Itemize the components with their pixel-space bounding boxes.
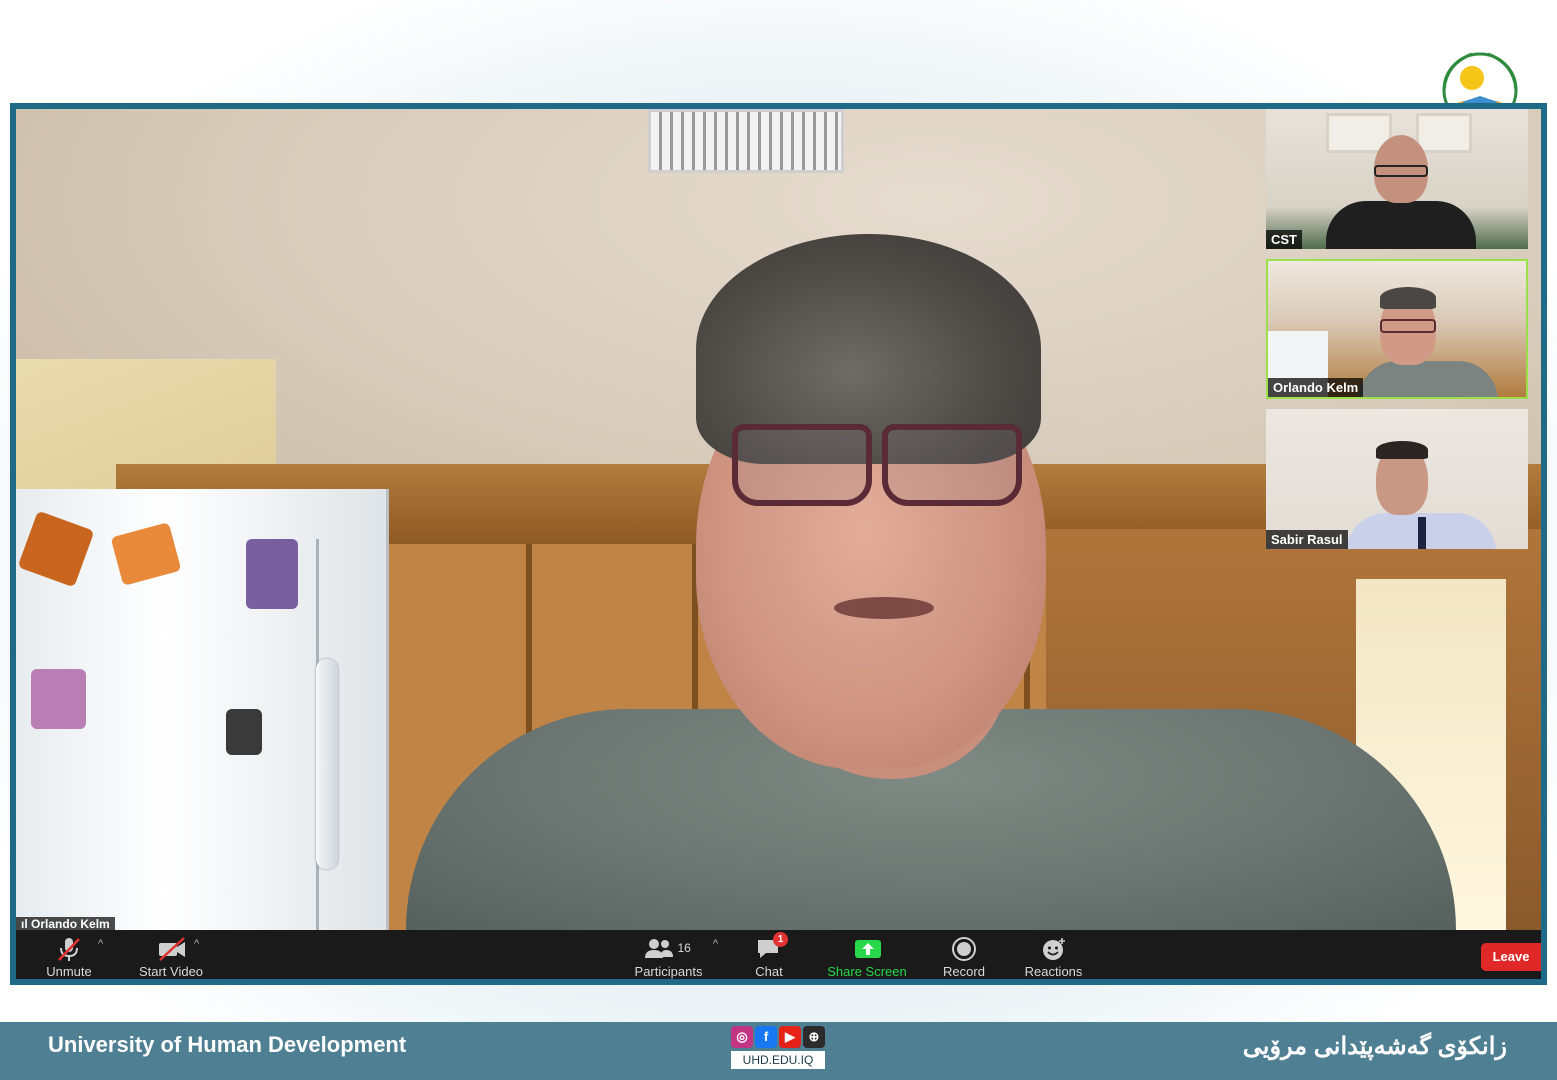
zoom-meeting-window: ıl Orlando Kelm CST Orlando Kelm Sabir R… (10, 103, 1547, 985)
reactions-button[interactable]: Reactions (1016, 930, 1091, 979)
participants-button[interactable]: 16 Participants (626, 930, 711, 979)
participant-tile-cst[interactable]: CST (1266, 109, 1528, 249)
globe-web-icon[interactable]: ⊕ (803, 1026, 825, 1048)
record-button[interactable]: Record (934, 930, 994, 979)
chat-unread-badge: 1 (773, 932, 788, 947)
social-media-block: ◎ f ▶ ⊕ UHD.EDU.IQ (731, 1026, 825, 1076)
footer-banner: University of Human Development ◎ f ▶ ⊕ … (0, 1022, 1557, 1080)
speaker-glasses (732, 424, 1032, 514)
participant-name: CST (1266, 230, 1302, 249)
university-name-kurdish: زانکۆی گەشەپێدانی مرۆیی (1242, 1033, 1507, 1060)
start-video-button[interactable]: Start Video (126, 930, 216, 979)
active-speaker-video: ıl Orlando Kelm CST Orlando Kelm Sabir R… (16, 109, 1541, 930)
smiley-reaction-icon (1041, 936, 1067, 962)
leave-meeting-button[interactable]: Leave (1481, 943, 1541, 971)
active-speaker-name-tag: ıl Orlando Kelm (16, 917, 115, 930)
participant-thumbnails: CST Orlando Kelm Sabir Rasul (1266, 109, 1528, 559)
participants-icon: 16 (644, 936, 694, 962)
video-options-caret-icon[interactable]: ^ (194, 938, 199, 950)
instagram-icon[interactable]: ◎ (731, 1026, 753, 1048)
participants-options-caret-icon[interactable]: ^ (713, 938, 718, 950)
audio-options-caret-icon[interactable]: ^ (98, 938, 103, 950)
share-screen-arrow-icon (854, 936, 881, 962)
website-url[interactable]: UHD.EDU.IQ (731, 1051, 825, 1069)
unmute-button[interactable]: Unmute (34, 930, 104, 979)
ceiling-vent (648, 109, 844, 173)
signal-icon: ıl (21, 917, 32, 930)
muted-microphone-icon (56, 936, 82, 962)
facebook-icon[interactable]: f (755, 1026, 777, 1048)
share-screen-button[interactable]: Share Screen (821, 930, 913, 979)
meeting-toolbar: Unmute ^ Start Video ^ 16 Participants ^… (16, 930, 1541, 979)
participant-name: Sabir Rasul (1266, 530, 1348, 549)
participants-count: 16 (677, 941, 691, 955)
participant-name: Orlando Kelm (1268, 378, 1364, 397)
record-icon (951, 936, 977, 962)
youtube-icon[interactable]: ▶ (779, 1026, 801, 1048)
university-name-english: University of Human Development (48, 1032, 407, 1057)
participant-tile-orlando-kelm[interactable]: Orlando Kelm (1266, 259, 1528, 399)
participant-tile-sabir-rasul[interactable]: Sabir Rasul (1266, 409, 1528, 549)
chat-bubble-icon: 1 (756, 932, 788, 962)
video-off-camera-icon (158, 936, 185, 962)
chat-button[interactable]: 1 Chat (744, 930, 794, 979)
